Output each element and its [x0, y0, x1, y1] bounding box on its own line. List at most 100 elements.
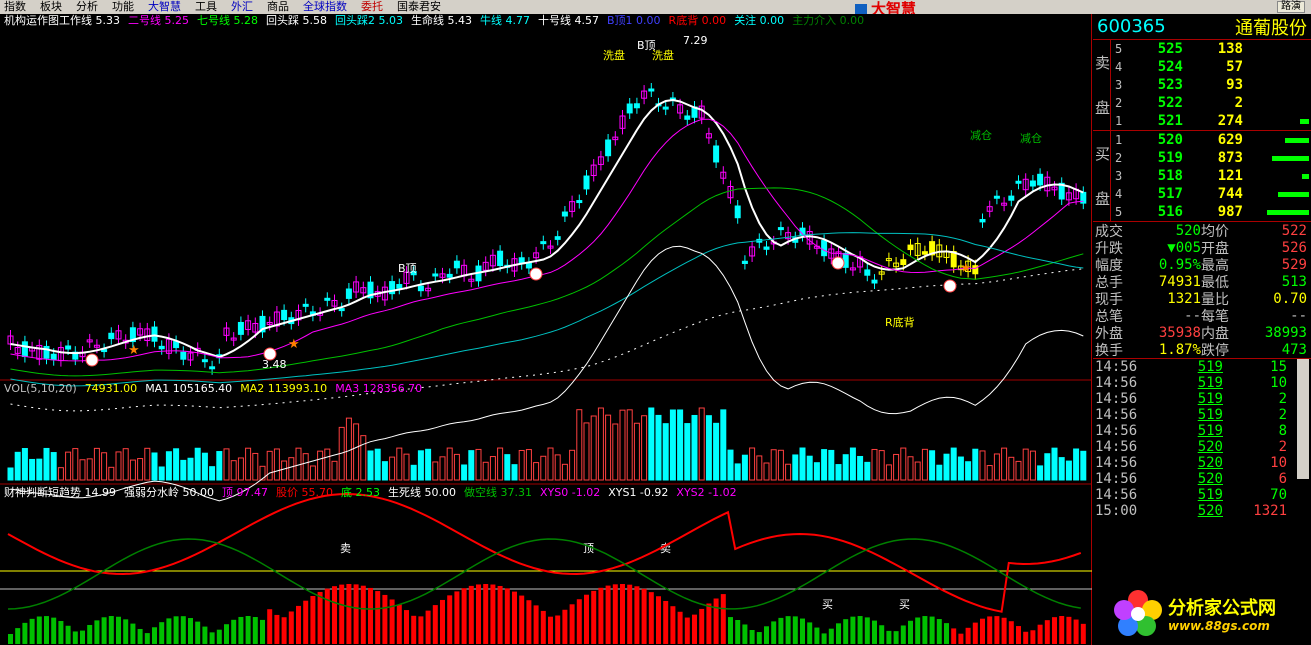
volume-bar — [317, 450, 324, 481]
bids-row-4[interactable]: 5 516 987 — [1113, 203, 1311, 221]
tick-scrollbar[interactable] — [1297, 359, 1309, 479]
smiley-icon — [263, 347, 277, 361]
candle-body — [453, 260, 460, 269]
indicator-bar — [1001, 617, 1007, 644]
tick-volume: 10 — [1270, 455, 1287, 471]
volume: 629 — [1217, 132, 1243, 148]
bids-row-3[interactable]: 4 517 744 — [1113, 185, 1311, 203]
indicator-bar — [15, 628, 21, 644]
star-icon: ★ — [288, 337, 300, 352]
volume-bar — [936, 464, 943, 481]
volume-bar — [1008, 456, 1015, 481]
stat-row-1: 升跌 ▼005 开盘 526 — [1093, 239, 1311, 257]
star-icon: ★ — [960, 261, 972, 276]
volume-bar — [410, 464, 417, 481]
volume-bar — [864, 461, 871, 481]
route-button[interactable]: 路演 — [1277, 1, 1305, 13]
indicator-bar — [994, 616, 1000, 644]
ask-book: 卖 盘 5 525 138 4 524 57 3 523 93 2 522 2 1 521 274 — [1093, 40, 1311, 131]
volume-bar — [605, 414, 612, 481]
volume-bar — [101, 452, 108, 481]
menu-item-1[interactable]: 板块 — [36, 0, 72, 14]
volume-bar — [705, 415, 712, 481]
annotation-sell: 卖 — [340, 542, 351, 555]
volume-bar — [273, 448, 280, 481]
indicator-bar — [893, 631, 899, 644]
asks-row-4[interactable]: 1 521 274 — [1113, 112, 1311, 130]
volume-bar — [878, 450, 885, 481]
menu-item-0[interactable]: 指数 — [0, 0, 36, 14]
indicator-bar — [267, 609, 273, 644]
tick-time: 14:56 — [1095, 439, 1138, 455]
volume-bar — [1300, 118, 1309, 124]
indicator-bar — [144, 633, 150, 644]
indicator-bar — [800, 618, 805, 644]
price: 521 — [1157, 113, 1183, 129]
indicator-bar — [843, 619, 849, 644]
main_legend-item-3: 回头踩 5.58 — [266, 14, 327, 27]
indicator-bar — [936, 619, 942, 644]
bids-row-2[interactable]: 3 518 121 — [1113, 167, 1311, 185]
price: 519 — [1157, 150, 1183, 166]
main_legend-item-7: 十号线 4.57 — [538, 14, 599, 27]
asks-row-0[interactable]: 5 525 138 — [1113, 40, 1311, 58]
kline-chart-area[interactable]: 7.29 3.48 洗盘 洗盘 B顶 B顶 R底背 减仓 减仓卖卖顶买买 ★ ★ ★ 机构运作图工作线… — [0, 14, 1092, 645]
asks-row-2[interactable]: 3 523 93 — [1113, 76, 1311, 94]
candle-body — [662, 106, 669, 110]
indicator-bar — [598, 587, 604, 644]
indicator-bar — [605, 585, 611, 644]
menu-item-4[interactable]: 大智慧 — [144, 0, 191, 14]
candle-body — [864, 269, 871, 276]
tick-row-2: 14:56 519 2 — [1093, 391, 1311, 407]
menu-item-9[interactable]: 委托 — [357, 0, 393, 14]
indicator-bar — [238, 616, 244, 644]
indicator-bar — [324, 588, 330, 644]
volume: 744 — [1217, 186, 1243, 202]
chart-canvas[interactable]: 7.293.48洗盘 洗盘B顶B顶R底背减仓 减仓卖 卖顶买 买★ ★★ — [0, 14, 1092, 645]
volume-bar — [590, 415, 597, 481]
indicator-bar — [44, 616, 49, 644]
menu-item-5[interactable]: 工具 — [191, 0, 227, 14]
volume-bar — [14, 451, 21, 481]
volume-bar — [1302, 173, 1309, 179]
volume-bar — [561, 463, 568, 481]
asks-row-1[interactable]: 4 524 57 — [1113, 58, 1311, 76]
indicator-bar — [749, 629, 755, 644]
vol_legend-item-3: MA2 113993.10 — [240, 382, 328, 395]
sub-indicator-legend: 财神判断短趋势 14.99 强弱分水岭 50.00 顶 97.47 股价 55.70 底… — [4, 486, 737, 500]
indicator-bar — [821, 633, 827, 644]
menu-item-6[interactable]: 外汇 — [227, 0, 263, 14]
indicator-bar — [231, 619, 237, 644]
menu-item-3[interactable]: 功能 — [108, 0, 144, 14]
annotation-wash1: 洗盘 — [603, 48, 625, 62]
volume: 57 — [1226, 59, 1243, 75]
bids-row-1[interactable]: 2 519 873 — [1113, 149, 1311, 167]
indicator-bar — [332, 586, 337, 644]
candle-body — [713, 145, 720, 163]
asks-row-3[interactable]: 2 522 2 — [1113, 94, 1311, 112]
menu-item-2[interactable]: 分析 — [72, 0, 108, 14]
volume-bar — [957, 456, 964, 481]
bids-row-0[interactable]: 1 520 629 — [1113, 131, 1311, 149]
ind_legend-item-2: 顶 97.47 — [222, 486, 268, 499]
menu-item-8[interactable]: 全球指数 — [299, 0, 357, 14]
level: 5 — [1115, 205, 1123, 219]
indicator-bar — [584, 594, 589, 644]
main_legend-item-10: 关注 0.00 — [734, 14, 785, 27]
indicator-bar — [620, 584, 625, 644]
menu-item-10[interactable]: 国泰君安 — [393, 0, 451, 14]
volume-bar — [828, 449, 835, 481]
tick-list[interactable]: 14:56 519 15 14:56 519 10 14:56 519 2 14:56 519 2 14… — [1093, 358, 1311, 519]
indicator-bar — [857, 616, 863, 644]
menu-item-7[interactable]: 商品 — [263, 0, 299, 14]
stat-value: 35938 — [1158, 324, 1201, 341]
candle-body — [237, 321, 244, 335]
volume-bar — [792, 454, 799, 481]
stat-row-4: 现手 1321 量比 0.70 — [1093, 290, 1311, 308]
main-indicator-legend: 机构运作图工作线 5.33 二号线 5.25 七号线 5.28 回头踩 5.58 回头踩… — [4, 14, 864, 28]
app-logo-text: 大智慧 — [871, 0, 917, 14]
indicator-bar — [440, 599, 445, 644]
indicator-bar — [1059, 616, 1065, 644]
volume-bar — [684, 423, 691, 481]
price-strength-line — [7, 492, 1082, 613]
